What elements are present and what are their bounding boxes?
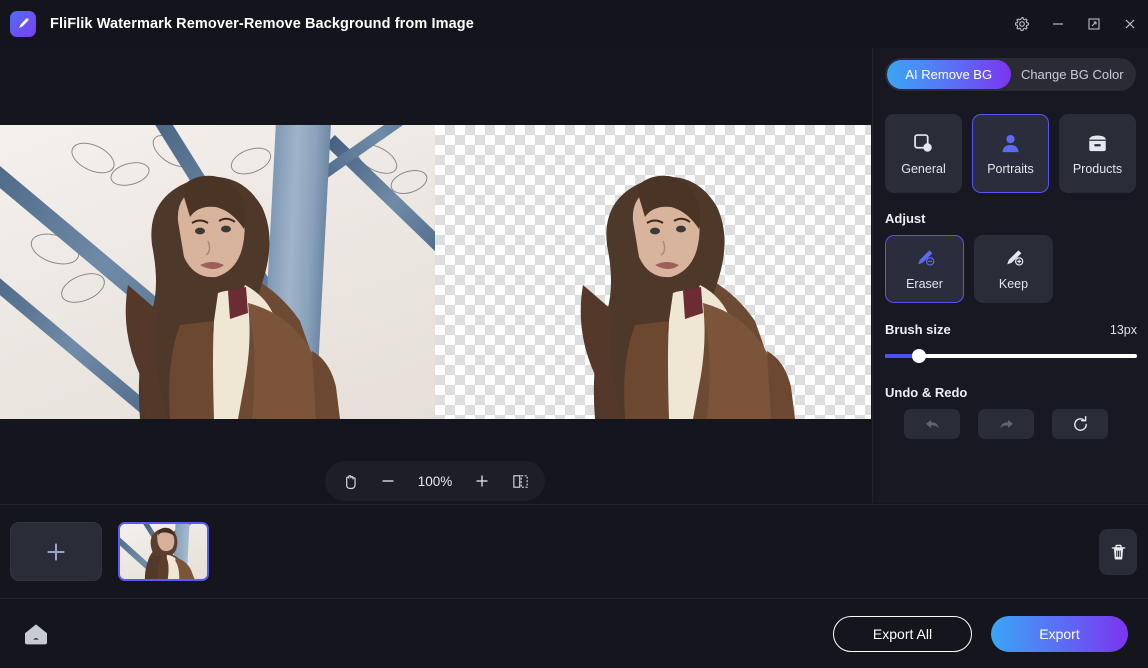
maximize-icon: [1088, 18, 1100, 30]
subject-mode-row: General Portraits Products: [885, 114, 1136, 193]
eraser-tool-label: Eraser: [906, 277, 943, 291]
add-image-button[interactable]: [10, 522, 102, 581]
split-compare-icon: [512, 474, 528, 488]
undo-redo-row: [904, 409, 1148, 439]
tab-change-bg-color[interactable]: Change BG Color: [1011, 60, 1135, 89]
mode-portraits-label: Portraits: [987, 162, 1034, 176]
undo-button[interactable]: [904, 409, 960, 439]
page-title: FliFlik Watermark Remover-Remove Backgro…: [50, 16, 474, 32]
title-bar: FliFlik Watermark Remover-Remove Backgro…: [0, 0, 1148, 48]
tab-ai-remove-bg[interactable]: AI Remove BG: [887, 60, 1011, 89]
delete-image-button[interactable]: [1099, 529, 1137, 575]
zoom-out-button[interactable]: [371, 465, 405, 497]
brush-logo-glyph: [19, 18, 29, 28]
app-window: FliFlik Watermark Remover-Remove Backgro…: [0, 0, 1148, 668]
thumbnail-photo: [120, 524, 207, 579]
minimize-icon: [1053, 23, 1063, 25]
mode-products-button[interactable]: Products: [1059, 114, 1136, 193]
redo-button[interactable]: [978, 409, 1034, 439]
mode-portraits-button[interactable]: Portraits: [972, 114, 1049, 193]
home-button[interactable]: [19, 617, 53, 651]
cutout-subject-figure: [580, 175, 795, 419]
footer-bar: Export All Export: [0, 600, 1148, 668]
mode-general-label: General: [901, 162, 946, 176]
general-shape-icon: [912, 131, 935, 155]
maximize-button[interactable]: [1076, 7, 1112, 41]
home-icon: [25, 624, 47, 645]
hand-pan-icon: [345, 474, 356, 489]
keep-tool-button[interactable]: Keep: [974, 235, 1053, 303]
undo-redo-section-title: Undo & Redo: [885, 385, 968, 400]
image-thumbnail[interactable]: [118, 522, 209, 581]
export-all-button[interactable]: Export All: [833, 616, 972, 652]
undo-arrow-icon: [925, 419, 939, 428]
brush-logo-icon: [10, 11, 36, 37]
trash-icon: [1111, 544, 1125, 560]
plus-icon: [47, 543, 65, 560]
original-photo: [0, 125, 435, 419]
keep-tool-label: Keep: [998, 277, 1029, 291]
eraser-tool-button[interactable]: Eraser: [885, 235, 964, 303]
adjust-section-title: Adjust: [885, 211, 926, 226]
reset-button[interactable]: [1052, 409, 1108, 439]
background-removed-pane[interactable]: [435, 125, 871, 419]
product-box-icon: [1086, 131, 1109, 155]
image-comparison-row: [0, 125, 871, 419]
settings-button[interactable]: [1004, 7, 1040, 41]
brush-size-slider[interactable]: [885, 349, 1137, 363]
window-controls: [1004, 0, 1148, 48]
plus-icon: [476, 475, 488, 487]
thumbnail-strip: [0, 504, 1148, 599]
mode-tab-group: AI Remove BG Change BG Color: [885, 58, 1136, 91]
brush-plus-icon: [1002, 247, 1026, 271]
minimize-button[interactable]: [1040, 7, 1076, 41]
gear-icon: [1015, 17, 1029, 31]
portrait-person-icon: [999, 131, 1022, 155]
brush-size-label: Brush size: [885, 322, 951, 337]
zoom-in-button[interactable]: [465, 465, 499, 497]
close-button[interactable]: [1112, 7, 1148, 41]
refresh-icon: [1073, 415, 1087, 431]
redo-arrow-icon: [999, 419, 1013, 428]
slider-handle[interactable]: [912, 349, 927, 363]
thumbnail-subject: [144, 527, 195, 579]
brush-minus-icon: [913, 247, 937, 271]
original-image-pane[interactable]: [0, 125, 435, 419]
zoom-level-label[interactable]: 100%: [409, 474, 461, 489]
brush-size-value: 13px: [1109, 323, 1137, 337]
pan-tool-button[interactable]: [333, 465, 367, 497]
mode-products-label: Products: [1072, 162, 1123, 176]
close-icon: [1125, 19, 1135, 29]
compare-view-button[interactable]: [503, 465, 537, 497]
canvas-area[interactable]: 100%: [0, 48, 871, 503]
brush-size-header: Brush size 13px: [885, 322, 1137, 337]
minus-icon: [382, 480, 394, 482]
export-button[interactable]: Export: [991, 616, 1128, 652]
adjust-tools-row: Eraser Keep: [885, 235, 1148, 303]
subject-figure: [125, 175, 340, 419]
mode-general-button[interactable]: General: [885, 114, 962, 193]
zoom-toolbar: 100%: [325, 461, 545, 501]
footer-actions: Export All Export: [833, 616, 1128, 652]
tools-panel: AI Remove BG Change BG Color General Por…: [872, 48, 1148, 503]
